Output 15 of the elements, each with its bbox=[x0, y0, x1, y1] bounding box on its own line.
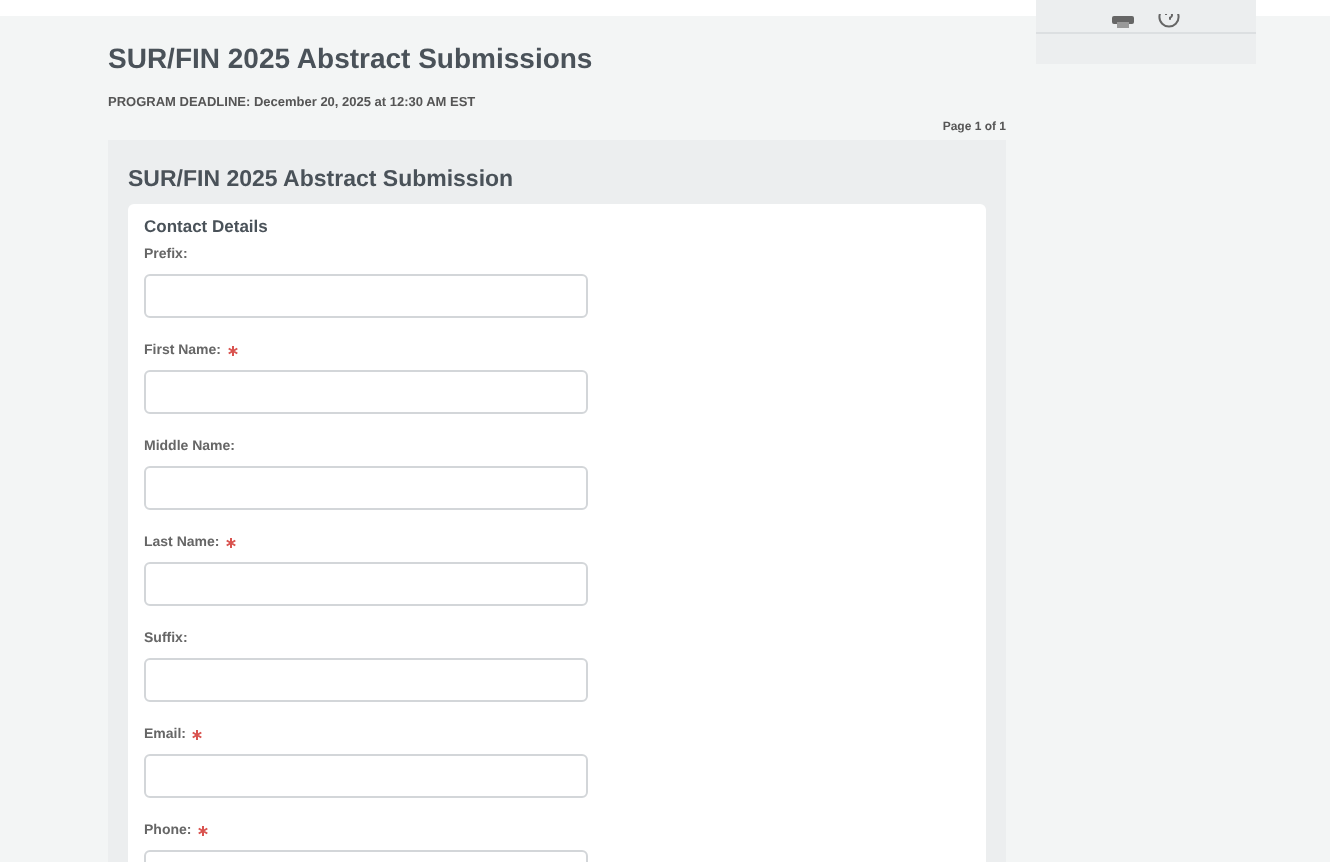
page-title: SUR/FIN 2025 Abstract Submissions bbox=[108, 42, 595, 74]
printer-icon[interactable] bbox=[1112, 16, 1134, 28]
input-field[interactable] bbox=[144, 754, 588, 798]
input-field[interactable] bbox=[144, 370, 588, 414]
help-icon[interactable] bbox=[1158, 14, 1180, 28]
input-field[interactable] bbox=[144, 562, 588, 606]
required-icon bbox=[197, 825, 208, 835]
input-field[interactable] bbox=[144, 274, 588, 318]
required-icon bbox=[227, 345, 238, 355]
required-icon bbox=[192, 729, 203, 739]
input-field[interactable] bbox=[144, 466, 588, 510]
input-field[interactable] bbox=[144, 658, 588, 702]
section-title: Contact Details bbox=[144, 216, 270, 236]
form-title: SUR/FIN 2025 Abstract Submission bbox=[128, 168, 516, 192]
required-icon bbox=[225, 537, 236, 547]
